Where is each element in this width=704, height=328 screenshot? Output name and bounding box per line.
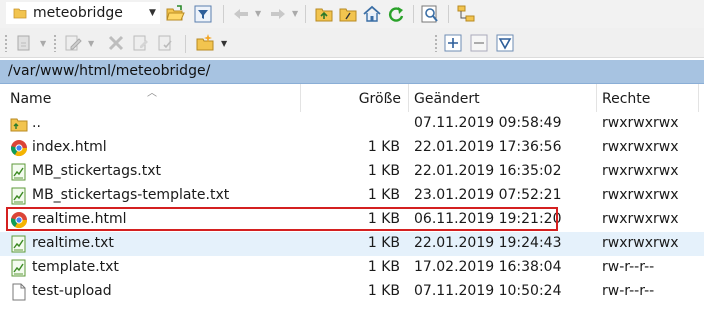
toolbar-grip[interactable] <box>4 34 8 52</box>
text-file-icon <box>10 163 28 181</box>
file-rights: rwxrwxrwx <box>602 211 679 227</box>
file-name: MB_stickertags-template.txt <box>32 187 230 203</box>
collapse-minus-icon[interactable] <box>469 33 489 53</box>
file-name: template.txt <box>32 259 119 275</box>
file-size: 1 KB <box>367 235 400 251</box>
find-files-icon[interactable] <box>420 4 440 24</box>
chevron-down-icon[interactable]: ▼ <box>40 39 46 48</box>
download-icon[interactable] <box>14 33 34 53</box>
file-rights: rw-r--r-- <box>602 283 655 299</box>
sort-ascending-icon: ︿ <box>147 88 157 99</box>
text-file-icon <box>10 259 28 277</box>
new-folder-icon[interactable] <box>195 33 215 53</box>
file-name: .. <box>32 115 41 131</box>
toolbar-separator <box>448 5 449 23</box>
file-size: 1 KB <box>367 163 400 179</box>
folder-select-value: meteobridge <box>33 5 123 21</box>
chevron-down-icon: ▼ <box>149 8 156 18</box>
file-size: 1 KB <box>367 187 400 203</box>
column-divider[interactable] <box>698 84 699 112</box>
file-modified: 23.01.2019 07:52:21 <box>414 187 562 203</box>
file-row-hovered[interactable]: realtime.txt 1 KB 22.01.2019 19:24:43 rw… <box>0 232 704 256</box>
toolbar-separator <box>413 5 414 23</box>
filter-icon[interactable] <box>193 4 213 24</box>
file-row[interactable]: MB_stickertags.txt 1 KB 22.01.2019 16:35… <box>0 160 704 184</box>
refresh-icon[interactable] <box>386 4 406 24</box>
column-header-row: ︿ Name Größe Geändert Rechte <box>0 84 704 112</box>
properties-icon[interactable] <box>156 33 176 53</box>
root-directory-icon[interactable] <box>338 4 358 24</box>
file-rights: rwxrwxrwx <box>602 187 679 203</box>
file-size: 1 KB <box>367 259 400 275</box>
blank-file-icon <box>10 283 28 301</box>
chevron-down-icon[interactable]: ▼ <box>88 39 94 48</box>
file-row[interactable]: test-upload 1 KB 07.11.2019 10:50:24 rw-… <box>0 280 704 304</box>
file-modified: 22.01.2019 19:24:43 <box>414 235 562 251</box>
file-row[interactable]: MB_stickertags-template.txt 1 KB 23.01.2… <box>0 184 704 208</box>
column-divider[interactable] <box>408 84 409 112</box>
parent-folder-icon <box>10 115 28 133</box>
file-row[interactable]: index.html 1 KB 22.01.2019 17:36:56 rwxr… <box>0 136 704 160</box>
path-bar[interactable]: /var/www/html/meteobridge/ <box>0 60 704 84</box>
file-size: 1 KB <box>367 139 400 155</box>
file-rights: rw-r--r-- <box>602 259 655 275</box>
file-modified: 07.11.2019 09:58:49 <box>414 115 562 131</box>
open-folder-icon[interactable] <box>165 4 185 24</box>
folder-select[interactable]: meteobridge ▼ <box>6 2 160 24</box>
file-modified: 17.02.2019 16:38:04 <box>414 259 562 275</box>
chevron-down-icon[interactable]: ▼ <box>292 9 298 18</box>
toolbar-grip[interactable] <box>434 34 438 52</box>
folder-icon <box>13 6 27 20</box>
text-file-icon <box>10 187 28 205</box>
file-rights: rwxrwxrwx <box>602 115 679 131</box>
home-icon[interactable] <box>362 4 382 24</box>
toolbar-separator <box>305 5 306 23</box>
file-modified: 07.11.2019 10:50:24 <box>414 283 562 299</box>
column-header-size[interactable]: Größe <box>300 91 401 107</box>
toolbar-separator <box>185 35 186 53</box>
file-rights: rwxrwxrwx <box>602 139 679 155</box>
toolbar-actions: ▼ ▼ ▼ <box>0 28 704 58</box>
parent-directory-icon[interactable] <box>314 4 334 24</box>
file-row[interactable]: template.txt 1 KB 17.02.2019 16:38:04 rw… <box>0 256 704 280</box>
file-rights: rwxrwxrwx <box>602 163 679 179</box>
column-header-rights[interactable]: Rechte <box>602 91 650 107</box>
chevron-down-icon[interactable]: ▼ <box>255 9 261 18</box>
back-arrow-icon[interactable] <box>231 4 251 24</box>
expand-plus-icon[interactable] <box>443 33 463 53</box>
file-modified: 22.01.2019 16:35:02 <box>414 163 562 179</box>
file-name: MB_stickertags.txt <box>32 163 161 179</box>
toolbar-grip[interactable] <box>53 34 57 52</box>
file-name: test-upload <box>32 283 112 299</box>
chrome-icon <box>10 139 28 157</box>
rename-icon[interactable] <box>131 33 151 53</box>
current-path: /var/www/html/meteobridge/ <box>8 63 211 79</box>
forward-arrow-icon[interactable] <box>268 4 288 24</box>
column-header-modified[interactable]: Geändert <box>414 91 480 107</box>
file-name: index.html <box>32 139 107 155</box>
chevron-down-icon[interactable]: ▼ <box>221 39 227 48</box>
column-divider[interactable] <box>596 84 597 112</box>
file-name: realtime.txt <box>32 235 114 251</box>
text-file-icon <box>10 235 28 253</box>
toolbar-separator <box>223 5 224 23</box>
tree-view-icon[interactable] <box>456 4 476 24</box>
select-filter-icon[interactable] <box>495 33 515 53</box>
file-row-parent[interactable]: .. 07.11.2019 09:58:49 rwxrwxrwx <box>0 112 704 136</box>
column-header-name[interactable]: Name <box>10 91 51 107</box>
edit-icon[interactable] <box>63 33 83 53</box>
file-rights: rwxrwxrwx <box>602 235 679 251</box>
file-size: 1 KB <box>367 283 400 299</box>
toolbar-navigation: meteobridge ▼ ▼ ▼ <box>0 0 704 28</box>
highlight-annotation-box <box>6 207 558 231</box>
delete-icon[interactable] <box>106 33 126 53</box>
file-modified: 22.01.2019 17:36:56 <box>414 139 562 155</box>
